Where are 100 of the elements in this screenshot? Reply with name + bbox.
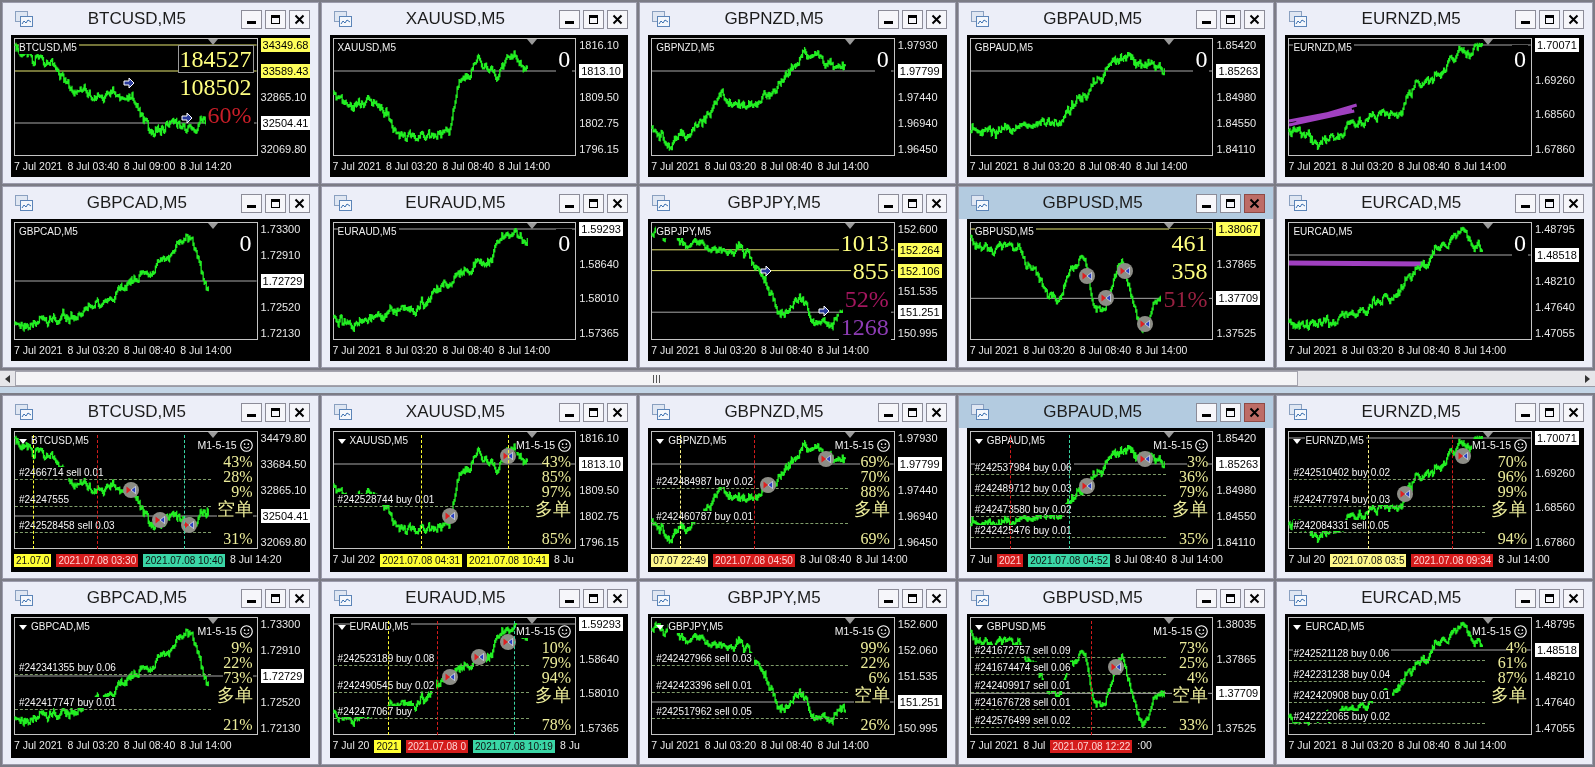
maximize-button[interactable] (264, 402, 286, 422)
arrow-icon[interactable] (760, 265, 773, 277)
triangle-icon[interactable] (845, 618, 856, 624)
circled-arrows-icon[interactable] (1455, 448, 1472, 464)
plot-frame[interactable]: BTCUSD,M5 184527 108502 60% (14, 38, 258, 156)
minimize-button[interactable] (1515, 588, 1536, 608)
caret-icon[interactable] (337, 438, 346, 444)
plot-frame[interactable]: GBPAUD,M5 0 (969, 38, 1214, 156)
maximize-button[interactable] (1220, 9, 1242, 29)
maximize-button[interactable] (901, 193, 923, 213)
circled-arrows-icon[interactable] (151, 512, 168, 529)
caret-icon[interactable] (1293, 624, 1302, 630)
plot-frame[interactable]: EURNZD,M5 M1-5-15 #242510402 buy 0.02 #242477974 buy 0.03 #242084331 sell 0.05 70% 96% 99% 多单 94% (1288, 431, 1532, 549)
minimize-button[interactable] (1515, 193, 1536, 213)
plot-frame[interactable]: EURAUD,M5 M1-5-15 #242523189 buy 0.08 #242490545 buy 0.02 #242477067 buy 10% 79% 94% 多单 78% (332, 617, 577, 735)
plot-frame[interactable]: GBPNZD,M5 M1-5-15 #242484987 buy 0.02 #242460787 buy 0.01 69% 70% 88% 多单 69% (651, 431, 895, 549)
arrow-icon[interactable] (122, 77, 135, 89)
triangle-icon[interactable] (1164, 432, 1175, 438)
plot-frame[interactable]: GBPUSD,M5 461 358 51% (969, 222, 1214, 340)
maximize-button[interactable] (901, 588, 923, 608)
plot-frame[interactable]: XAUUSD,M5 M1-5-15 #242528744 buy 0.01 43% 85% 97% 多单 85% (332, 431, 577, 549)
triangle-icon[interactable] (208, 39, 219, 45)
maximize-button[interactable] (264, 193, 286, 213)
circled-arrows-icon[interactable] (1098, 290, 1115, 307)
plot-frame[interactable]: GBPCAD,M5 0 (14, 222, 258, 340)
circled-arrows-icon[interactable] (1078, 268, 1095, 285)
maximize-button[interactable] (901, 402, 923, 422)
minimize-button[interactable] (877, 9, 899, 29)
triangle-icon[interactable] (208, 223, 219, 229)
plot-frame[interactable]: XAUUSD,M5 0 (332, 38, 577, 156)
triangle-icon[interactable] (1164, 223, 1175, 229)
close-button[interactable] (1563, 588, 1584, 608)
circled-arrows-icon[interactable] (1136, 450, 1153, 467)
plot-frame[interactable]: EURNZD,M5 0 (1288, 38, 1532, 156)
close-button[interactable] (1244, 402, 1266, 422)
minimize-button[interactable] (240, 193, 262, 213)
minimize-button[interactable] (559, 402, 581, 422)
triangle-icon[interactable] (208, 618, 219, 624)
maximize-button[interactable] (1539, 402, 1560, 422)
plot-frame[interactable]: EURCAD,M5 M1-5-15 #242521128 buy 0.06 #242231238 buy 0.04 #242420908 buy 0.01 #242222065 buy 0.02 4% 61% 87% 多单 (1288, 617, 1532, 735)
plot-frame[interactable]: BTCUSD,M5 M1-5-15 #2466714 sell 0.01 #24247555 #242528458 sell 0.03 43% 28% 9% 空单 31% (14, 431, 258, 549)
maximize-button[interactable] (583, 9, 605, 29)
close-button[interactable] (607, 402, 629, 422)
triangle-icon[interactable] (526, 432, 537, 438)
plot-frame[interactable]: GBPUSD,M5 M1-5-15 #241672757 sell 0.09 #241674474 sell 0.06 #242409917 sell 0.01 #241676728 sell 0.01 #242576499 sell 0.02 73% 25% 4% 空单 33% (969, 617, 1214, 735)
maximize-button[interactable] (901, 9, 923, 29)
triangle-icon[interactable] (1164, 39, 1175, 45)
triangle-icon[interactable] (845, 223, 856, 229)
triangle-icon[interactable] (1164, 618, 1175, 624)
close-button[interactable] (925, 9, 947, 29)
caret-icon[interactable] (656, 438, 665, 444)
maximize-button[interactable] (583, 588, 605, 608)
caret-icon[interactable] (656, 624, 665, 630)
close-button[interactable] (288, 588, 310, 608)
plot-frame[interactable]: GBPAUD,M5 M1-5-15 #242537984 buy 0.06 #242489712 buy 0.03 #242473580 buy 0.02 #242425476 buy 0.01 3% 36% 79% 多单 35% (969, 431, 1214, 549)
close-button[interactable] (607, 588, 629, 608)
triangle-icon[interactable] (208, 432, 219, 438)
minimize-button[interactable] (559, 193, 581, 213)
triangle-icon[interactable] (526, 39, 537, 45)
title-bar[interactable]: GBPUSD,M5 (958, 187, 1274, 219)
triangle-icon[interactable] (1482, 39, 1493, 45)
minimize-button[interactable] (559, 9, 581, 29)
triangle-icon[interactable] (845, 432, 856, 438)
minimize-button[interactable] (877, 588, 899, 608)
maximize-button[interactable] (264, 588, 286, 608)
close-button[interactable] (1244, 588, 1266, 608)
close-button[interactable] (288, 9, 310, 29)
minimize-button[interactable] (1515, 402, 1536, 422)
circled-arrows-icon[interactable] (441, 508, 458, 525)
triangle-icon[interactable] (845, 39, 856, 45)
circled-arrows-icon[interactable] (1107, 658, 1124, 675)
arrow-icon[interactable] (818, 304, 831, 317)
close-button[interactable] (1563, 9, 1584, 29)
caret-icon[interactable] (974, 624, 983, 630)
minimize-button[interactable] (1515, 9, 1536, 29)
close-button[interactable] (288, 193, 310, 213)
maximize-button[interactable] (583, 193, 605, 213)
scrollbar-thumb[interactable] (15, 371, 1299, 386)
close-button[interactable] (1563, 193, 1584, 213)
triangle-icon[interactable] (1482, 223, 1493, 229)
maximize-button[interactable] (1220, 588, 1242, 608)
triangle-icon[interactable] (526, 223, 537, 229)
maximize-button[interactable] (583, 402, 605, 422)
minimize-button[interactable] (1196, 193, 1218, 213)
minimize-button[interactable] (240, 588, 262, 608)
circled-arrows-icon[interactable] (470, 649, 487, 665)
caret-icon[interactable] (19, 438, 27, 444)
caret-icon[interactable] (974, 438, 983, 444)
close-button[interactable] (1563, 402, 1584, 422)
maximize-button[interactable] (264, 9, 286, 29)
title-bar[interactable]: GBPAUD,M5 (958, 396, 1274, 428)
circled-arrows-icon[interactable] (1397, 485, 1414, 502)
caret-icon[interactable] (19, 624, 27, 630)
circled-arrows-icon[interactable] (1078, 478, 1095, 495)
circled-arrows-icon[interactable] (499, 634, 516, 650)
close-button[interactable] (925, 193, 947, 213)
arrow-icon[interactable] (180, 112, 193, 125)
circled-arrows-icon[interactable] (441, 668, 458, 685)
circled-arrows-icon[interactable] (1117, 263, 1134, 280)
maximize-button[interactable] (1539, 9, 1560, 29)
